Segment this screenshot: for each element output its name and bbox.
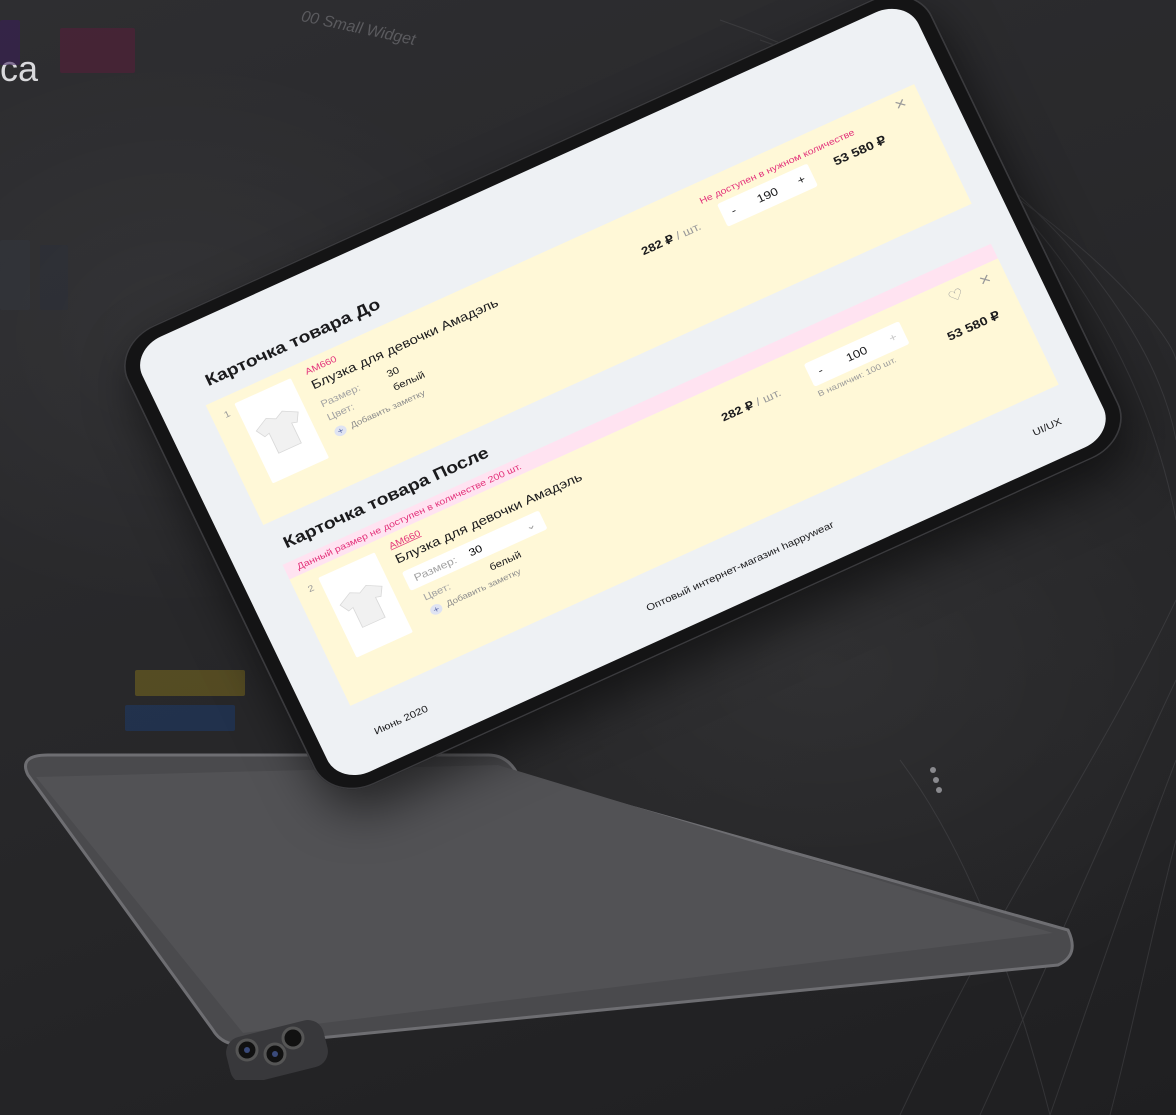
background-swatch-dark: [0, 240, 30, 310]
unit-price-value: 282 ₽: [639, 232, 676, 259]
background-swatch-yellow: [135, 670, 245, 696]
plus-circle-icon: +: [428, 602, 445, 617]
close-icon[interactable]: ×: [891, 93, 910, 115]
close-icon[interactable]: ×: [976, 269, 995, 291]
unit-price-value: 282 ₽: [719, 398, 756, 425]
add-note-label: Добавить заметку: [444, 567, 523, 609]
plus-circle-icon: +: [332, 423, 349, 439]
product-image[interactable]: [318, 552, 413, 658]
qty-plus-button[interactable]: +: [787, 169, 815, 191]
shirt-icon: [255, 410, 302, 454]
footer-date: Июнь 2020: [372, 702, 430, 737]
product-image[interactable]: [234, 378, 330, 484]
size-value: 30: [466, 542, 485, 559]
unit-price: 282 ₽ / шт.: [639, 220, 703, 258]
unit-price-suffix: / шт.: [673, 220, 704, 243]
item-index: 2: [305, 582, 316, 595]
camera-module-icon: [225, 1020, 330, 1084]
background-swatch-dark-2: [40, 245, 68, 310]
heart-icon[interactable]: ♡: [945, 284, 967, 307]
unit-price: 282 ₽ / шт.: [719, 386, 783, 424]
line-total: 53 580 ₽: [945, 309, 1002, 344]
unit-price-suffix: / шт.: [753, 386, 784, 409]
background-swatch-red: [60, 28, 135, 73]
qty-plus-button[interactable]: +: [879, 327, 907, 349]
add-note-label: Добавить заметку: [349, 388, 427, 431]
shirt-icon: [339, 585, 386, 628]
item-index: 1: [222, 408, 232, 421]
chevron-down-icon: ⌄: [522, 517, 538, 533]
tablet-back: [24, 753, 1074, 1045]
background-swatch-purple: [0, 20, 20, 65]
footer-tag: UI/UX: [1030, 415, 1064, 439]
size-value: 30: [384, 364, 402, 380]
